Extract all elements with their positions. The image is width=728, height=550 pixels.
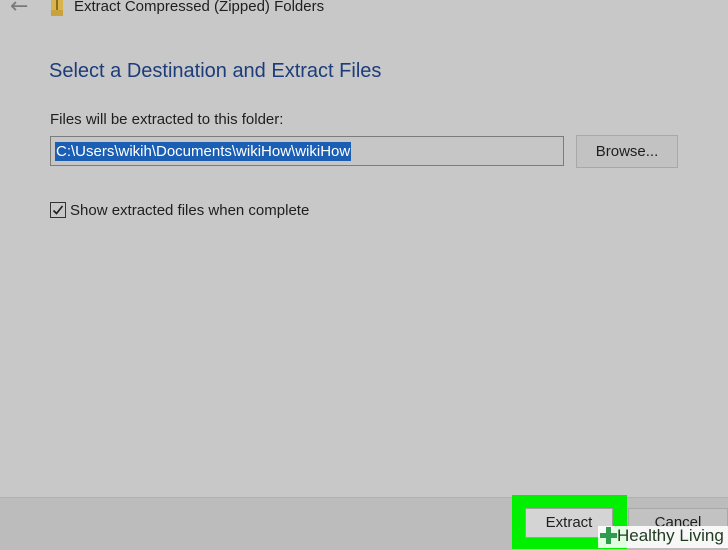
dialog-heading: Select a Destination and Extract Files [49, 60, 382, 82]
zip-folder-icon [51, 0, 63, 16]
destination-path-value: C:\Users\wikih\Documents\wikiHow\wikiHow [55, 142, 352, 161]
destination-label: Files will be extracted to this folder: [50, 111, 284, 128]
checkmark-icon [52, 205, 64, 215]
back-arrow-icon[interactable]: ← [10, 0, 28, 19]
show-files-label[interactable]: Show extracted files when complete [70, 202, 309, 219]
window-title: Extract Compressed (Zipped) Folders [74, 0, 325, 15]
plus-icon [600, 526, 617, 544]
title-bar: ← Extract Compressed (Zipped) Folders [0, 0, 728, 22]
browse-button[interactable]: Browse... [576, 135, 678, 168]
show-files-checkbox[interactable] [50, 202, 66, 218]
watermark: Healthy Living [598, 526, 728, 548]
watermark-text: Healthy Living [617, 526, 724, 545]
destination-path-input[interactable]: C:\Users\wikih\Documents\wikiHow\wikiHow [50, 136, 564, 166]
